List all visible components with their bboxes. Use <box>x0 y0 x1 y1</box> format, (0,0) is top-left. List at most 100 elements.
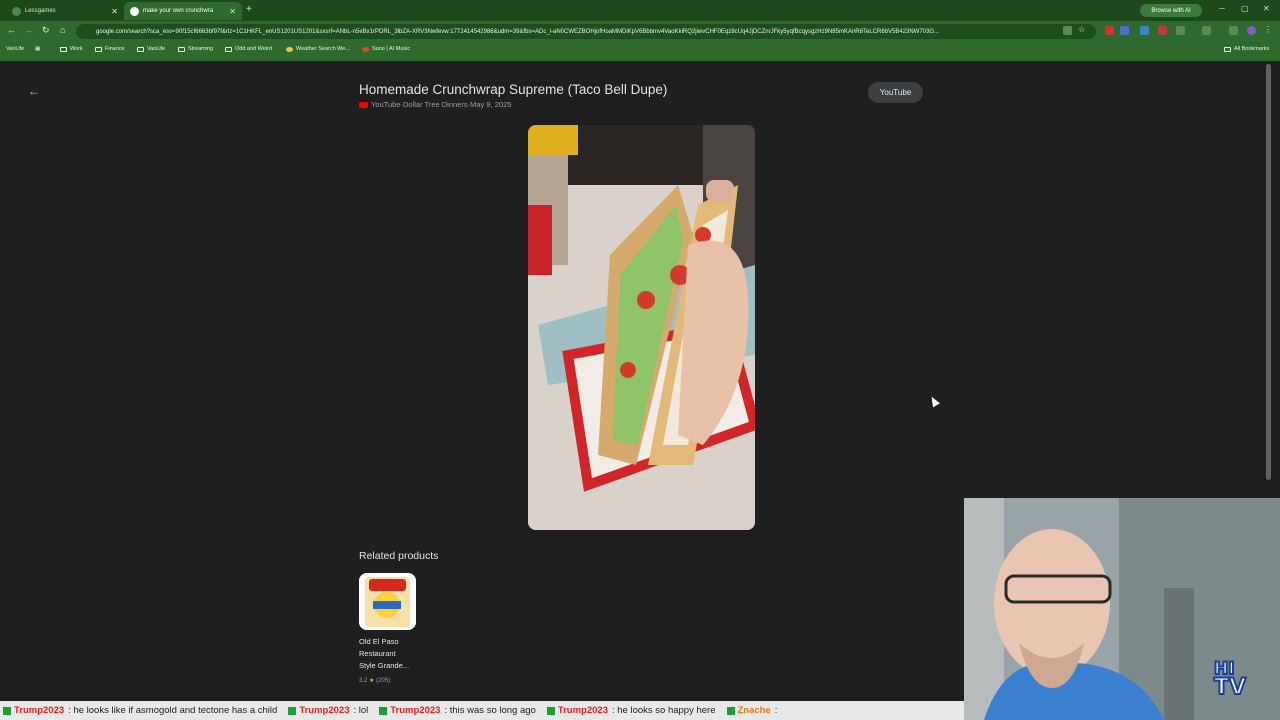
back-arrow-icon[interactable]: ← <box>28 84 40 98</box>
product-image[interactable] <box>359 573 416 630</box>
bookmark-label: VanLife <box>147 46 166 52</box>
chat-ticker: Trump2023 : he looks like if asmogold an… <box>0 701 964 720</box>
chat-message: : he looks like if asmogold and tectone … <box>68 705 278 716</box>
browser-frame-border <box>0 58 1280 61</box>
bookmark-vanlife[interactable]: VanLife <box>6 46 24 52</box>
chat-badge-icon <box>546 706 555 715</box>
tab-title: make your own crunchwra <box>143 8 214 14</box>
bookmark-label: Weather Search We... <box>296 46 350 52</box>
profile-avatar[interactable] <box>1247 26 1256 35</box>
page-scrollbar[interactable] <box>1266 64 1271 480</box>
chat-badge-icon <box>726 706 735 715</box>
folder-icon <box>95 46 102 52</box>
browse-with-ai-label: Browse with AI <box>1151 7 1191 14</box>
bookmark-label: Work <box>70 46 83 52</box>
bookmarks-bar: VanLife ▦ Work Finance VanLife Streaming… <box>0 42 1280 58</box>
chat-message: : this was so long ago <box>444 705 536 716</box>
address-bar[interactable]: google.com/search?sca_esv=90f15cf6663bf9… <box>76 24 1096 39</box>
apps-icon[interactable]: ▦ <box>35 46 40 52</box>
google-icon <box>130 6 139 16</box>
product-name-line[interactable]: Style Grande... <box>359 661 409 670</box>
browse-with-ai-button[interactable]: Browse with AI <box>1140 4 1202 17</box>
tab-favicon <box>12 6 21 16</box>
bookmark-label: VanLife <box>6 46 25 52</box>
home-icon[interactable]: ⌂ <box>60 25 65 35</box>
bookmark-folder-finance[interactable]: Finance <box>95 46 125 52</box>
video-thumbnail[interactable] <box>528 125 755 530</box>
chat-username: Znache <box>737 705 771 716</box>
url-text: google.com/search?sca_esv=90f15cf6663bf9… <box>96 28 940 35</box>
product-name-line[interactable]: Old El Paso <box>359 637 399 646</box>
folder-icon <box>60 46 67 52</box>
menu-icon[interactable]: ⋮ <box>1264 25 1273 34</box>
chat-username: Trump2023 <box>557 705 608 716</box>
tortilla-package-image <box>359 573 416 630</box>
bookmark-suno[interactable]: Suno | AI Music <box>362 46 410 52</box>
tab-title: Lessgames <box>25 8 56 14</box>
chat-message: : he looks so happy here <box>611 705 716 716</box>
back-icon[interactable]: ← <box>7 25 16 35</box>
bookmark-folder-streaming[interactable]: Streaming <box>178 46 213 52</box>
related-products-heading: Related products <box>359 550 439 562</box>
bookmark-label: Suno | AI Music <box>372 46 411 52</box>
review-count: (205) <box>376 678 391 684</box>
close-icon[interactable]: ✕ <box>111 7 118 16</box>
extensions-puzzle-icon[interactable] <box>1176 26 1185 35</box>
product-name-line[interactable]: Restaurant <box>359 649 396 658</box>
page-title: Homemade Crunchwrap Supreme (Taco Bell D… <box>359 82 668 97</box>
bookmark-label: Odd and Weird <box>235 46 272 52</box>
all-bookmarks[interactable]: All Bookmarks <box>1224 46 1269 52</box>
youtube-icon <box>359 101 368 108</box>
logo-text-bottom: TV <box>1213 675 1247 700</box>
chat-badge-icon <box>3 706 11 715</box>
star-icon: ★ <box>369 678 375 684</box>
extension-icon[interactable] <box>1158 26 1167 35</box>
chat-message: : <box>774 705 778 716</box>
close-icon[interactable]: ✕ <box>229 7 236 16</box>
minimize-icon[interactable]: ─ <box>1219 4 1225 13</box>
forward-icon[interactable]: → <box>24 25 33 35</box>
suno-icon <box>362 46 369 52</box>
reload-icon[interactable]: ↻ <box>42 25 50 36</box>
chat-username: Trump2023 <box>390 705 441 716</box>
extension-icon[interactable] <box>1105 26 1114 35</box>
bookmark-folder-work[interactable]: Work <box>60 46 83 52</box>
maximize-icon[interactable]: ▢ <box>1241 4 1249 13</box>
chat-badge-icon <box>379 706 388 715</box>
window-close-icon[interactable]: ✕ <box>1263 4 1270 13</box>
open-youtube-button[interactable]: YouTube <box>868 82 923 103</box>
crunchwrap-image <box>528 125 755 530</box>
chat-username: Trump2023 <box>14 705 65 716</box>
bookmark-label: All Bookmarks <box>1234 46 1270 52</box>
bookmark-label: Finance <box>105 46 125 52</box>
folder-icon <box>178 46 185 52</box>
chat-message: : lol <box>353 705 369 716</box>
star-icon[interactable]: ☆ <box>1078 25 1087 34</box>
tab-google-search[interactable]: make your own crunchwra ✕ <box>124 2 242 20</box>
video-meta: YouTube · Dollar Tree Dinners · May 9, 2… <box>359 100 511 109</box>
product-rating: 3.2 ★ (205) <box>359 677 390 684</box>
new-tab-icon[interactable]: + <box>246 4 252 15</box>
publish-date: May 9, 2025 <box>470 100 512 109</box>
bookmark-folder-odd-and-weird[interactable]: Odd and Weird <box>225 46 272 52</box>
chat-badge-icon <box>288 706 297 715</box>
folder-icon <box>137 46 144 52</box>
rating-value: 3.2 <box>359 678 368 684</box>
mouse-cursor-icon <box>928 394 940 408</box>
bookmark-folder-vanlife[interactable]: VanLife <box>137 46 165 52</box>
open-youtube-label: YouTube <box>879 88 912 97</box>
channel-logo: HI TV <box>1213 660 1247 700</box>
chat-username: Trump2023 <box>299 705 350 716</box>
tab-strip: Lessgames ✕ make your own crunchwra ✕ + … <box>0 0 1280 21</box>
weather-icon <box>286 46 293 52</box>
channel-name: Dollar Tree Dinners <box>402 100 468 109</box>
bookmark-weather[interactable]: Weather Search We... <box>286 46 350 52</box>
folder-icon <box>1224 46 1231 52</box>
tab-lessgames[interactable]: Lessgames ✕ <box>6 2 124 20</box>
downloads-icon[interactable] <box>1229 26 1238 35</box>
extension-icon[interactable] <box>1120 26 1129 35</box>
extension-icon[interactable] <box>1140 26 1149 35</box>
bookmark-label: Streaming <box>188 46 214 52</box>
eye-off-icon[interactable] <box>1063 26 1072 35</box>
sidepanel-icon[interactable] <box>1202 26 1211 35</box>
